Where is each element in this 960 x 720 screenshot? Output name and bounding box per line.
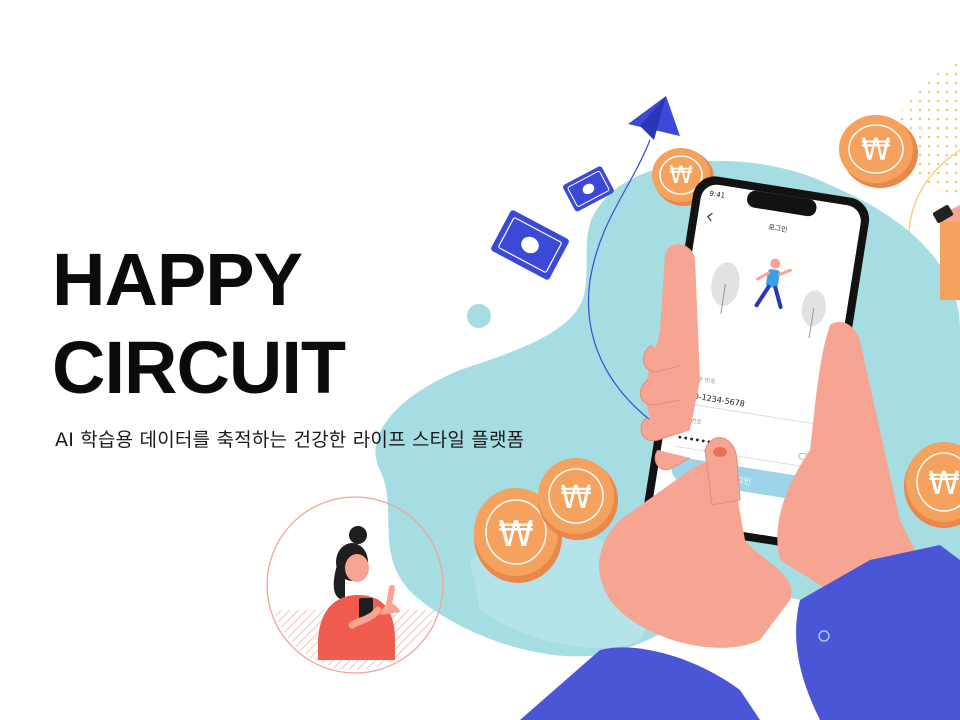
hero-title: HAPPY CIRCUIT — [52, 236, 346, 412]
hero-subtitle: AI 학습용 데이터를 축적하는 건강한 라이프 스타일 플랫폼 — [55, 429, 525, 451]
hero-title-line2: CIRCUIT — [52, 326, 346, 409]
paper-plane-icon — [628, 96, 680, 140]
coin-symbol: ₩ — [669, 161, 693, 189]
coin-symbol: ₩ — [928, 464, 960, 502]
money-bill-left-icon — [491, 210, 569, 280]
coin-symbol: ₩ — [560, 478, 592, 516]
coin-symbol: ₩ — [498, 514, 534, 555]
blue-sleeve-bottom — [520, 647, 760, 720]
coin-symbol: ₩ — [861, 133, 891, 168]
blob-bubble — [467, 304, 491, 328]
hero-title-line1: HAPPY — [52, 238, 303, 321]
